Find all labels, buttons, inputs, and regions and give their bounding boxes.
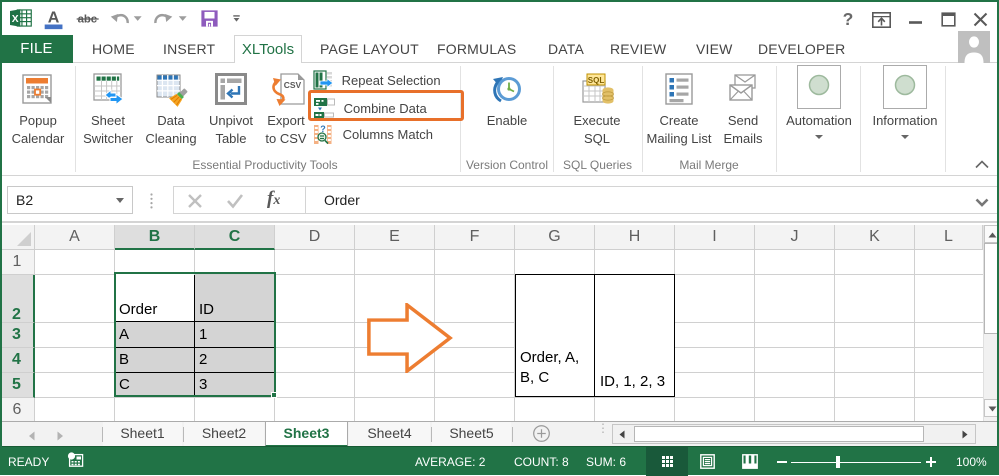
- svg-text:CSV: CSV: [284, 80, 302, 90]
- svg-text:X: X: [12, 14, 19, 25]
- svg-text:A: A: [48, 8, 60, 26]
- svg-text:?: ?: [843, 9, 854, 29]
- svg-text:SQL: SQL: [588, 76, 605, 85]
